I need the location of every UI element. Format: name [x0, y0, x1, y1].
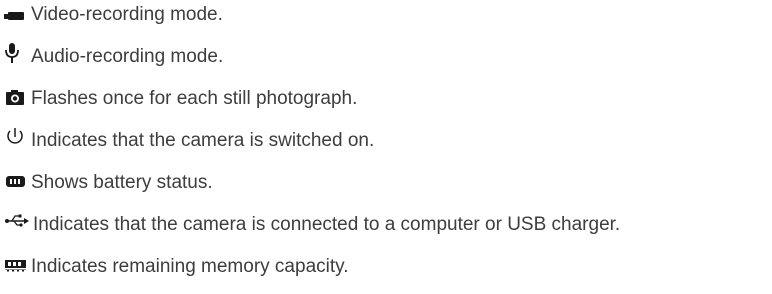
- battery-icon: [4, 170, 30, 192]
- video-camera-icon: [4, 4, 30, 26]
- usb-icon: [4, 210, 30, 232]
- microphone-icon: [4, 42, 30, 64]
- legend-item-text: Indicates that the camera is connected t…: [33, 214, 621, 235]
- legend-item-text: Indicates remaining memory capacity.: [31, 256, 349, 277]
- legend-item-text: Flashes once for each still photograph.: [31, 88, 358, 109]
- legend-item-text: Shows battery status.: [31, 172, 213, 193]
- legend-item-text: Indicates that the camera is switched on…: [31, 130, 375, 151]
- power-icon: [4, 126, 30, 148]
- legend-item-text: Audio-recording mode.: [31, 46, 224, 67]
- legend-item-text: Video-recording mode.: [31, 4, 223, 25]
- memory-card-icon: [4, 254, 30, 276]
- still-camera-icon: [4, 86, 30, 108]
